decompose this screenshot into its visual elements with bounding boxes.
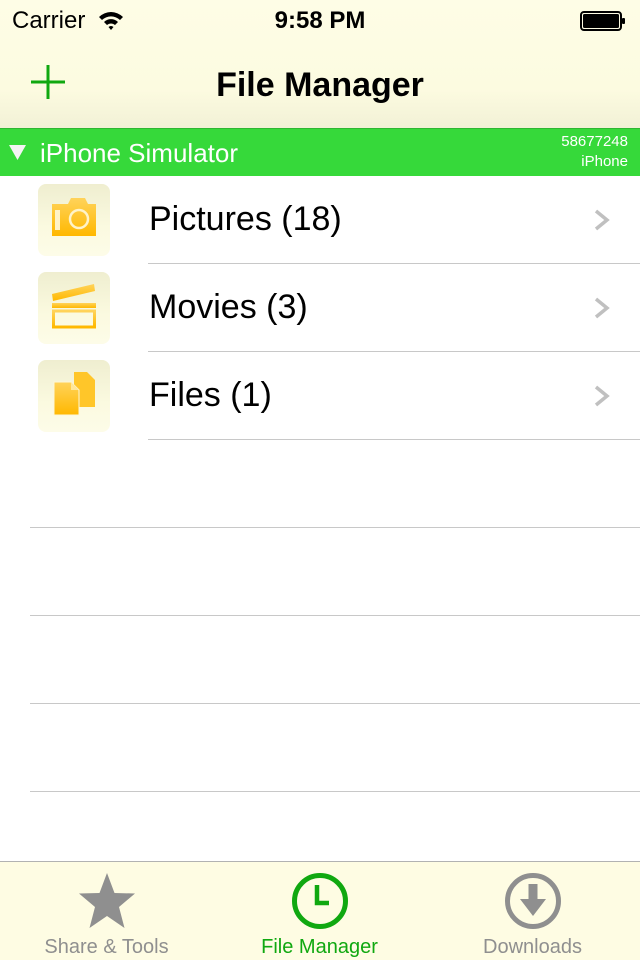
list-item-label: Movies (3) [149, 288, 308, 326]
list-item-movies[interactable]: Movies (3) [0, 264, 640, 352]
status-bar: Carrier 9:58 PM [0, 0, 640, 40]
thumbnail [38, 272, 110, 344]
star-icon [78, 873, 135, 928]
device-type: iPhone [581, 153, 628, 170]
download-icon [504, 873, 561, 929]
list-item-pictures[interactable]: Pictures (18) [0, 176, 640, 264]
page-title: File Manager [216, 66, 424, 104]
camera-icon [52, 198, 96, 236]
documents-icon [53, 372, 95, 416]
chevron-right-icon [594, 385, 610, 407]
tab-label: Downloads [483, 936, 582, 958]
separator [148, 439, 640, 440]
empty-row-separator [30, 615, 640, 616]
list-item-label: Files (1) [149, 376, 272, 414]
status-time: 9:58 PM [274, 7, 366, 34]
tab-share-tools[interactable]: Share & Tools [0, 862, 213, 960]
tab-label: File Manager [261, 936, 378, 958]
device-meta: 58677248 iPhone [561, 132, 628, 172]
tab-bar: Share & Tools File Manager Downloads [0, 861, 640, 960]
thumbnail [38, 184, 110, 256]
thumbnail [38, 360, 110, 432]
folder-list: Pictures (18) Movies (3) Files (1) [0, 176, 640, 440]
chevron-right-icon [594, 209, 610, 231]
navigation-bar: File Manager [0, 40, 640, 128]
empty-row-separator [30, 527, 640, 528]
device-id: 58677248 [561, 133, 628, 150]
list-item-files[interactable]: Files (1) [0, 352, 640, 440]
clapperboard-icon [52, 284, 96, 329]
clock-icon [291, 873, 348, 929]
empty-row-separator [30, 791, 640, 792]
battery-full-icon [580, 11, 625, 31]
chevron-right-icon [594, 297, 610, 319]
device-name: iPhone Simulator [40, 138, 238, 168]
empty-row-separator [30, 703, 640, 704]
triangle-down-icon[interactable] [9, 145, 26, 160]
tab-downloads[interactable]: Downloads [426, 862, 639, 960]
list-item-label: Pictures (18) [149, 200, 342, 238]
tab-label: Share & Tools [44, 936, 169, 958]
header: Carrier 9:58 PM File Manager [0, 0, 640, 128]
device-section-header[interactable]: iPhone Simulator 58677248 iPhone [0, 128, 640, 176]
tab-file-manager[interactable]: File Manager [213, 862, 426, 960]
